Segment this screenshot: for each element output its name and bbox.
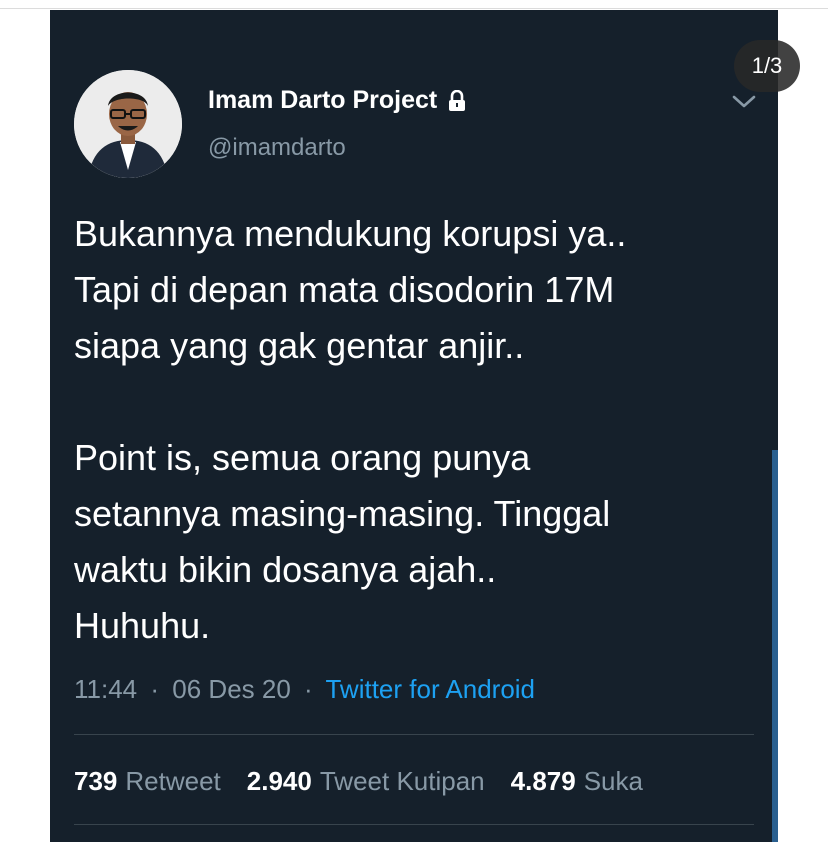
avatar[interactable] — [74, 70, 182, 178]
chevron-down-icon[interactable] — [731, 92, 757, 110]
tweet-date[interactable]: 06 Des 20 — [172, 674, 291, 704]
page-indicator: 1/3 — [734, 40, 800, 92]
tweet-text: Bukannya mendukung korupsi ya.. Tapi di … — [74, 213, 627, 646]
like-label: Suka — [583, 766, 643, 796]
like-count: 4.879 — [510, 766, 576, 796]
quote-tweet-count: 2.940 — [246, 766, 312, 796]
user-handle[interactable]: @imamdarto — [208, 134, 346, 162]
profile-photo-icon — [74, 70, 182, 178]
like-stat[interactable]: 4.879 Suka — [511, 766, 643, 797]
retweet-count: 739 — [74, 766, 118, 796]
retweet-stat[interactable]: 739 Retweet — [74, 766, 221, 797]
tweet-time[interactable]: 11:44 — [74, 674, 137, 704]
engagement-stats: 739 Retweet 2.940 Tweet Kutipan 4.879 Suka — [74, 766, 669, 797]
display-name[interactable]: Imam Darto Project — [208, 86, 437, 115]
meta-separator: · — [150, 674, 160, 704]
retweet-label: Retweet — [125, 766, 221, 796]
quote-tweet-label: Tweet Kutipan — [319, 766, 485, 796]
top-divider — [0, 8, 828, 9]
divider — [74, 734, 754, 735]
tweet-meta: 11:44 · 06 Des 20 · Twitter for Android — [74, 674, 535, 705]
author-name-row[interactable]: Imam Darto Project — [208, 86, 467, 115]
divider — [74, 824, 754, 825]
tweet-source-link[interactable]: Twitter for Android — [325, 674, 535, 704]
tweet-card: Imam Darto Project @imamdarto Bukannya m… — [50, 10, 778, 842]
quote-tweet-stat[interactable]: 2.940 Tweet Kutipan — [247, 766, 485, 797]
scroll-indicator — [772, 450, 778, 842]
lock-icon — [447, 89, 467, 112]
meta-separator: · — [304, 674, 313, 704]
